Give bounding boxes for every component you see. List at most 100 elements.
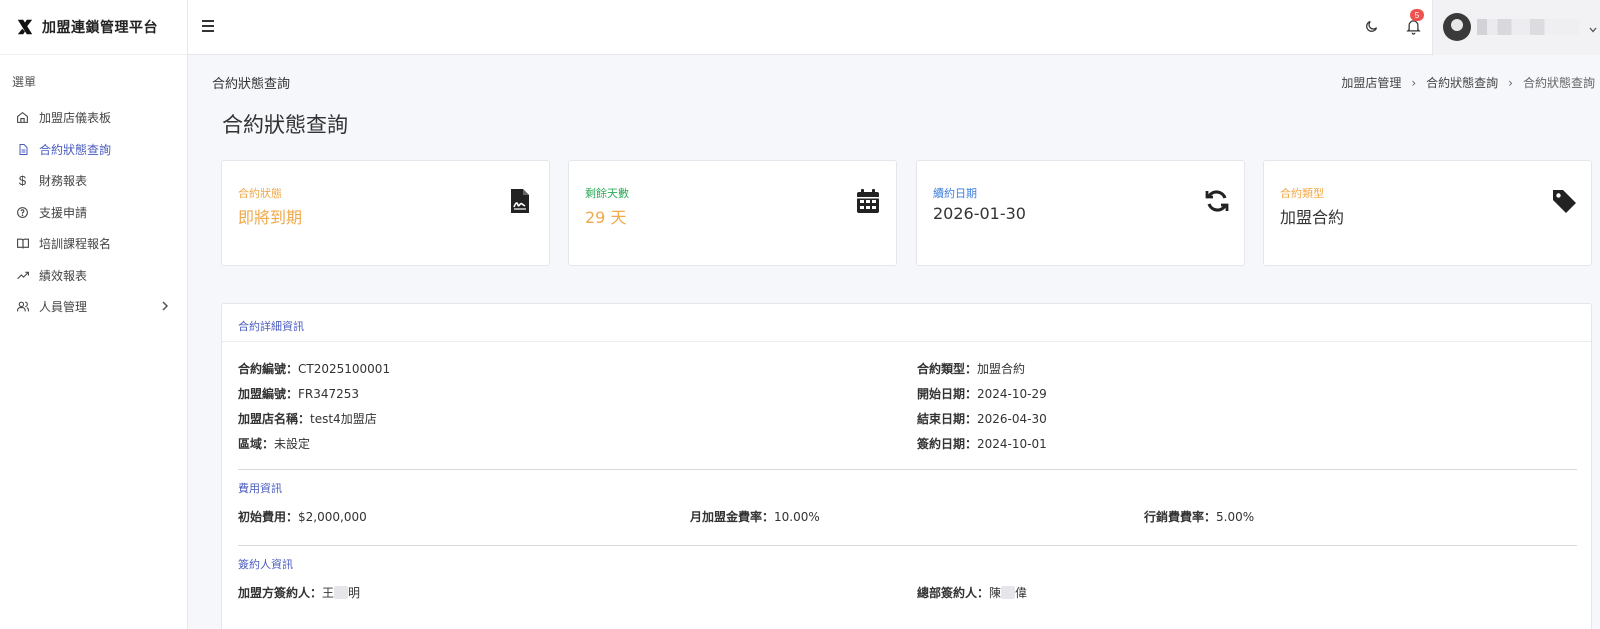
users-icon	[15, 299, 30, 314]
field-label: 加盟編號：	[238, 387, 299, 401]
franchise-number-row: 加盟編號：FR347253	[238, 385, 359, 402]
field-value: 未設定	[274, 437, 311, 451]
field-label: 區域：	[238, 437, 275, 451]
signer-name-part: 明	[348, 586, 361, 600]
fees-section-title: 費用資訊	[238, 482, 282, 495]
menu-toggle-icon[interactable]	[202, 20, 214, 34]
card-value: 加盟合約	[1280, 208, 1345, 227]
contract-status-card: 合約狀態 即將到期	[221, 160, 550, 266]
field-label: 行銷費費率：	[1144, 510, 1217, 524]
breadcrumb: 加盟店管理 › 合約狀態查詢 › 合約狀態查詢	[1341, 74, 1595, 91]
sidebar-item-staff[interactable]: 人員管理	[0, 291, 187, 323]
field-label: 簽約日期：	[917, 437, 978, 451]
card-label: 合約狀態	[238, 187, 282, 200]
book-icon	[15, 236, 30, 251]
card-label: 剩餘天數	[585, 187, 629, 200]
contract-type-card: 合約類型 加盟合約	[1263, 160, 1592, 266]
field-label: 加盟方簽約人：	[238, 586, 323, 600]
breadcrumb-item[interactable]: 加盟店管理	[1341, 74, 1401, 91]
calendar-icon	[856, 188, 882, 214]
page-title: 合約狀態查詢	[222, 113, 348, 137]
end-date-row: 結束日期：2026-04-30	[917, 410, 1047, 427]
sidebar-item-training[interactable]: 培訓課程報名	[0, 228, 187, 260]
document-icon	[15, 142, 30, 157]
field-label: 合約編號：	[238, 362, 299, 376]
sidebar-item-label: 培訓課程報名	[39, 237, 112, 252]
marketing-fee-rate-row: 行銷費費率：5.00%	[1144, 508, 1254, 525]
contract-type-row: 合約類型：加盟合約	[917, 360, 1025, 377]
field-label: 合約類型：	[917, 362, 978, 376]
help-circle-icon	[15, 205, 30, 220]
sidebar-item-label: 人員管理	[39, 300, 88, 315]
sidebar-item-label: 支援申請	[39, 205, 88, 220]
breadcrumb-current: 合約狀態查詢	[1522, 76, 1595, 90]
menu-title: 選單	[12, 75, 37, 89]
home-icon	[15, 110, 30, 125]
dollar-icon: $	[18, 173, 27, 189]
contract-number-row: 合約編號：CT2025100001	[238, 360, 390, 377]
sidebar-item-contract-status[interactable]: 合約狀態查詢	[0, 134, 187, 166]
redacted-block	[334, 586, 349, 599]
card-value: 2026-01-30	[933, 204, 1026, 223]
brand-name: 加盟連鎖管理平台	[42, 20, 158, 36]
hq-signer-row: 總部簽約人：陳偉	[917, 584, 1027, 601]
field-label: 開始日期：	[917, 387, 978, 401]
logo-icon	[17, 19, 33, 35]
field-value: 10.00%	[774, 510, 820, 524]
chevron-right-icon	[161, 300, 169, 314]
brand[interactable]: 加盟連鎖管理平台	[0, 0, 187, 55]
sidebar-item-label: 加盟店儀表板	[39, 111, 112, 126]
sidebar-item-financial-report[interactable]: $ 財務報表	[0, 165, 187, 197]
detail-title: 合約詳細資訊	[222, 304, 1591, 342]
signing-date-row: 簽約日期：2024-10-01	[917, 435, 1047, 452]
tag-icon	[1551, 188, 1577, 214]
signer-name-part: 偉	[1015, 586, 1028, 600]
field-value: CT2025100001	[298, 362, 391, 376]
field-value: $2,000,000	[298, 510, 367, 524]
store-name-row: 加盟店名稱：test4加盟店	[238, 410, 377, 427]
sidebar: 加盟連鎖管理平台 選單 加盟店儀表板 合約狀態查詢 $ 財務報表 支援申請 培訓…	[0, 0, 188, 629]
card-value: 29 天	[585, 208, 627, 227]
chevron-down-icon	[1589, 22, 1597, 37]
field-label: 結束日期：	[917, 412, 978, 426]
notification-count-badge: 5	[1410, 9, 1424, 21]
field-label: 月加盟金費率：	[690, 510, 775, 524]
field-value: 2024-10-29	[977, 387, 1047, 401]
card-label: 續約日期	[933, 187, 977, 200]
section-title: 合約狀態查詢	[212, 77, 291, 92]
sidebar-item-dashboard[interactable]: 加盟店儀表板	[0, 102, 187, 134]
field-label: 總部簽約人：	[917, 586, 990, 600]
initial-fee-row: 初始費用：$2,000,000	[238, 508, 367, 525]
sidebar-item-label: 合約狀態查詢	[39, 142, 112, 157]
sidebar-item-performance[interactable]: 績效報表	[0, 260, 187, 292]
trending-up-icon	[15, 268, 30, 283]
sidebar-item-label: 財務報表	[39, 174, 88, 189]
user-name-blurred	[1477, 19, 1579, 35]
breadcrumb-item[interactable]: 合約狀態查詢	[1426, 74, 1498, 91]
avatar	[1443, 13, 1471, 41]
start-date-row: 開始日期：2024-10-29	[917, 385, 1047, 402]
signer-name-part: 陳	[989, 586, 1002, 600]
field-value: 2024-10-01	[977, 437, 1047, 451]
divider	[238, 545, 1577, 546]
card-label: 合約類型	[1280, 187, 1324, 200]
redacted-block	[1001, 586, 1016, 599]
remaining-days-card: 剩餘天數 29 天	[568, 160, 897, 266]
user-menu[interactable]	[1432, 0, 1600, 55]
signers-section-title: 簽約人資訊	[238, 558, 293, 571]
signer-name-part: 王	[322, 586, 335, 600]
region-row: 區域：未設定	[238, 435, 310, 452]
sidebar-menu: 加盟店儀表板 合約狀態查詢 $ 財務報表 支援申請 培訓課程報名 績效報表 人員…	[0, 102, 187, 323]
notification-bell-icon[interactable]	[1406, 18, 1421, 39]
topbar: 5	[188, 0, 1600, 55]
field-label: 初始費用：	[238, 510, 299, 524]
breadcrumb-separator-icon: ›	[1508, 75, 1513, 90]
sync-icon	[1204, 188, 1230, 214]
dark-mode-icon[interactable]	[1364, 19, 1379, 38]
divider	[238, 469, 1577, 470]
monthly-fee-rate-row: 月加盟金費率：10.00%	[690, 508, 820, 525]
sidebar-item-support[interactable]: 支援申請	[0, 197, 187, 229]
field-value: 加盟合約	[977, 362, 1026, 376]
file-signature-icon	[509, 188, 535, 214]
field-label: 加盟店名稱：	[238, 412, 311, 426]
